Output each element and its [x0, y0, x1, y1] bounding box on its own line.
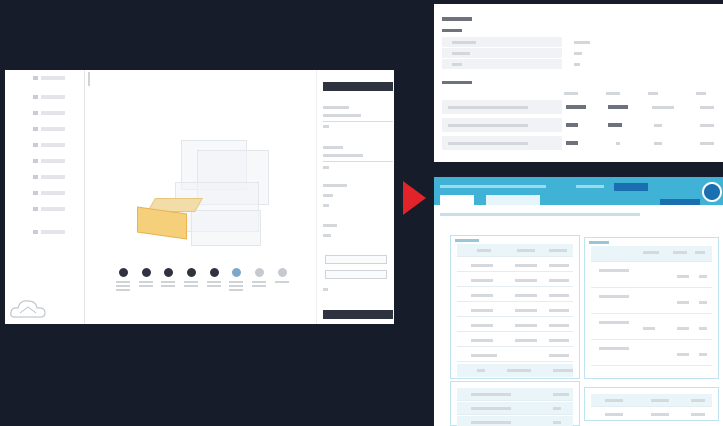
triangle-right-icon: [403, 181, 426, 215]
tab-active[interactable]: [440, 195, 474, 205]
summary-box: [584, 387, 719, 421]
model-thumbnail-selected[interactable]: [226, 268, 246, 293]
sidebar-item[interactable]: [33, 111, 67, 115]
field-value[interactable]: [323, 234, 331, 237]
model-thumbnail[interactable]: [272, 268, 292, 285]
table-row[interactable]: [457, 304, 573, 317]
sidebar-item[interactable]: [33, 127, 67, 131]
table-row[interactable]: [457, 349, 573, 362]
table-row[interactable]: [457, 334, 573, 347]
section-heading: [442, 81, 472, 84]
document-screenshot: [434, 4, 723, 162]
cloud-logo-icon: [10, 300, 46, 318]
secondary-button[interactable]: [325, 255, 387, 264]
breadcrumb: [440, 213, 640, 216]
sidebar-item[interactable]: [33, 191, 67, 195]
user-avatar-icon[interactable]: [702, 182, 722, 202]
box-model[interactable]: [191, 210, 261, 246]
field-value[interactable]: [323, 114, 361, 117]
field-value[interactable]: [323, 154, 363, 157]
model-thumbnail[interactable]: [204, 268, 224, 289]
table-row: [591, 408, 712, 421]
sidebar-item[interactable]: [33, 159, 67, 163]
doc-title: [442, 17, 472, 21]
table-header: [591, 394, 712, 407]
properties-panel: [316, 70, 394, 324]
divider: [88, 72, 90, 86]
table-row: [442, 136, 714, 150]
table-row: [442, 37, 714, 47]
list-item[interactable]: [457, 416, 573, 426]
configurator-screenshot: [5, 70, 394, 324]
table-row[interactable]: [457, 319, 573, 332]
3d-viewport[interactable]: [95, 70, 310, 324]
data-table: [450, 235, 580, 379]
table-row: [442, 118, 714, 132]
table-row[interactable]: [591, 264, 712, 288]
confirm-button[interactable]: [323, 310, 393, 319]
sidebar-item[interactable]: [33, 76, 67, 80]
sidebar-item[interactable]: [33, 175, 67, 179]
sidebar: [5, 70, 85, 324]
sidebar-item[interactable]: [33, 207, 67, 211]
model-thumbnail[interactable]: [113, 268, 133, 293]
model-icon: [277, 268, 287, 277]
list-item[interactable]: [457, 388, 573, 401]
sidebar-item[interactable]: [33, 95, 67, 99]
model-icon: [254, 268, 264, 277]
webapp-screenshot: [434, 177, 723, 426]
field-label: [323, 146, 343, 149]
table-footer: [457, 364, 573, 377]
table-row[interactable]: [457, 259, 573, 272]
app-header: [434, 177, 723, 205]
field-label: [323, 224, 337, 227]
table-row: [442, 100, 714, 114]
sidebar-item[interactable]: [33, 143, 67, 147]
table-header: [591, 246, 712, 262]
table-row: [442, 59, 714, 69]
table-row[interactable]: [457, 289, 573, 302]
table-row[interactable]: [457, 274, 573, 287]
model-icon: [231, 268, 241, 277]
table-header: [457, 244, 573, 257]
app-body: [434, 205, 723, 426]
model-icon: [118, 268, 128, 277]
model-thumbnail[interactable]: [249, 268, 269, 289]
model-thumbnail[interactable]: [158, 268, 178, 289]
field-value[interactable]: [323, 194, 333, 197]
option-list: [450, 381, 580, 426]
tab[interactable]: [486, 195, 540, 205]
table-row[interactable]: [591, 316, 712, 340]
table-row[interactable]: [591, 290, 712, 314]
table-row: [442, 48, 714, 58]
field-label: [323, 184, 347, 187]
secondary-button[interactable]: [325, 270, 387, 279]
model-icon: [163, 268, 173, 277]
model-icon: [141, 268, 151, 277]
field-label: [323, 106, 349, 109]
detail-table: [584, 237, 719, 379]
model-icon: [209, 268, 219, 277]
model-thumbnail[interactable]: [181, 268, 201, 289]
model-thumbnail[interactable]: [136, 268, 156, 289]
table-row[interactable]: [591, 342, 712, 366]
app-title: [440, 185, 546, 188]
primary-button[interactable]: [323, 82, 393, 91]
header-button[interactable]: [614, 183, 648, 191]
sidebar-item[interactable]: [33, 230, 67, 234]
model-icon: [186, 268, 196, 277]
section-heading: [442, 29, 462, 32]
list-item[interactable]: [457, 402, 573, 415]
